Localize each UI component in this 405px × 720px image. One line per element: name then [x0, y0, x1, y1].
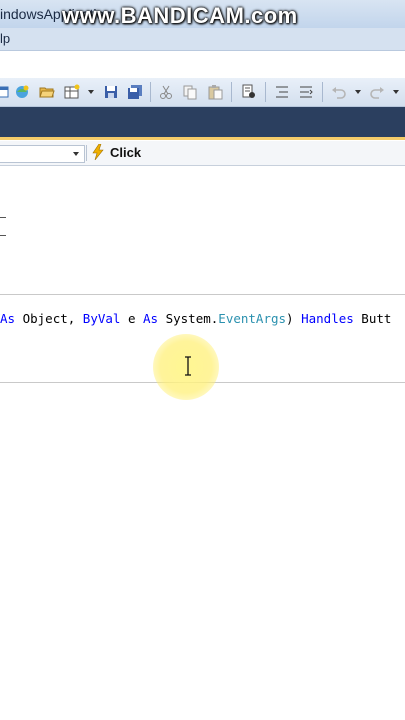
method-name-label: Click — [110, 145, 142, 160]
procedure-separator — [0, 294, 405, 295]
new-project-icon[interactable] — [0, 84, 10, 100]
uncomment-icon[interactable] — [298, 84, 314, 100]
copy-icon[interactable] — [182, 84, 198, 100]
code-token: System. — [158, 311, 219, 326]
comment-icon[interactable] — [274, 84, 290, 100]
code-line-sub-signature[interactable]: As Object, ByVal e As System.EventArgs) … — [0, 311, 391, 326]
text-cursor-icon — [185, 356, 191, 376]
toolbar-separator — [265, 82, 266, 102]
code-token: Butt — [353, 311, 392, 326]
code-token: Object, — [15, 311, 83, 326]
recorder-watermark: www.BANDICAM.com — [62, 3, 298, 28]
margin-mark — [0, 217, 6, 218]
paste-icon[interactable] — [207, 84, 223, 100]
undo-dropdown-icon[interactable] — [355, 90, 361, 94]
title-bar: indowsApplication www.BANDICAM.com — [0, 0, 405, 28]
code-token: e — [120, 311, 144, 326]
margin-mark — [0, 235, 6, 236]
add-new-item-icon[interactable] — [64, 84, 80, 100]
toolbar-separator — [231, 82, 232, 102]
cut-icon[interactable] — [158, 84, 174, 100]
code-token: ByVal — [82, 311, 121, 326]
code-token: As — [143, 311, 159, 326]
add-item-icon[interactable] — [14, 84, 30, 100]
menu-bar: lp — [0, 28, 405, 51]
save-icon[interactable] — [103, 84, 119, 100]
open-file-icon[interactable] — [39, 84, 55, 100]
redo-icon[interactable] — [369, 84, 385, 100]
document-tab-strip — [0, 107, 405, 139]
chevron-down-icon[interactable] — [73, 152, 79, 156]
toolbar-separator — [322, 82, 323, 102]
undo-icon[interactable] — [331, 84, 347, 100]
add-item-dropdown-icon[interactable] — [88, 90, 94, 94]
menu-item-help[interactable]: lp — [0, 31, 10, 46]
find-icon[interactable] — [241, 84, 257, 100]
save-all-icon[interactable] — [127, 84, 143, 100]
event-lightning-icon — [92, 144, 104, 160]
code-token: ) — [286, 311, 302, 326]
redo-dropdown-icon[interactable] — [393, 90, 399, 94]
toolbar-separator — [150, 82, 151, 102]
code-token: EventArgs — [218, 311, 287, 326]
code-token: Handles — [301, 311, 354, 326]
active-tab-accent — [0, 137, 405, 140]
code-token: As — [0, 311, 16, 326]
